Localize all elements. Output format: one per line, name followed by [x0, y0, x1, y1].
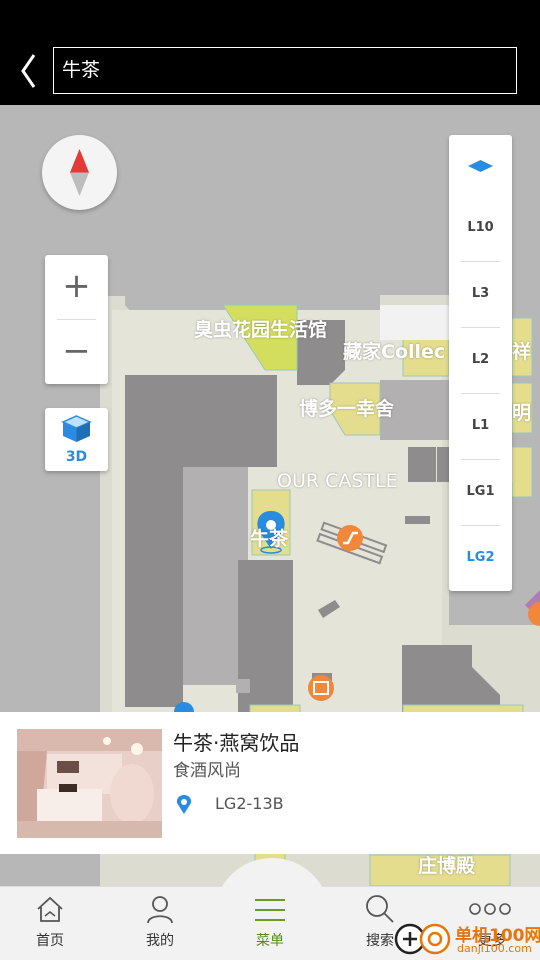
zoom-control: + −	[45, 255, 108, 384]
tab-menu[interactable]: 菜单	[230, 886, 310, 960]
home-icon	[37, 896, 63, 922]
tab-home-label: 首页	[36, 933, 64, 949]
floor-item-l2[interactable]: L2	[449, 327, 512, 393]
chevron-left-icon	[21, 54, 36, 88]
layers-icon	[468, 160, 493, 172]
store-label[interactable]: 藏家Collec	[343, 337, 445, 364]
map-pin-icon	[176, 795, 192, 814]
store-info-card[interactable]: 牛茶·燕窝饮品 食酒风尚 LG2-13B	[0, 712, 540, 854]
top-bar: 牛茶	[0, 0, 540, 105]
store-label-selected[interactable]: 牛茶	[250, 524, 288, 551]
floor-selector: L10 L3 L2 L1 LG1 LG2	[449, 135, 512, 591]
store-label[interactable]: 博多一幸舍	[299, 394, 394, 421]
search-input[interactable]: 牛茶	[53, 47, 517, 94]
floor-item-l3[interactable]: L3	[449, 261, 512, 327]
zoom-in-button[interactable]: +	[45, 255, 108, 319]
floor-item-lg2[interactable]: LG2	[449, 525, 512, 591]
store-category: 食酒风尚	[173, 761, 241, 781]
back-button[interactable]	[14, 48, 44, 94]
tab-home[interactable]: 首页	[10, 886, 90, 960]
zoom-out-button[interactable]: −	[45, 320, 108, 384]
store-label[interactable]: 臭虫花园生活馆	[194, 315, 327, 342]
tab-menu-label: 菜单	[256, 933, 284, 949]
view-3d-label: 3D	[65, 449, 88, 465]
compass-icon	[70, 149, 89, 196]
floor-item-l10[interactable]: L10	[449, 195, 512, 261]
collapse-floors-button[interactable]	[449, 135, 512, 197]
cube-icon	[61, 415, 92, 442]
view-3d-button[interactable]: 3D	[45, 408, 108, 471]
tab-mine-label: 我的	[146, 933, 174, 949]
tab-mine[interactable]: 我的	[120, 886, 200, 960]
store-label[interactable]: OUR CASTLE	[277, 470, 398, 492]
floor-item-lg1[interactable]: LG1	[449, 459, 512, 525]
floor-item-l1[interactable]: L1	[449, 393, 512, 459]
watermark-url: danji100.com	[457, 942, 532, 955]
store-name: 牛茶·燕窝饮品	[173, 731, 300, 755]
store-label[interactable]: 庄博殿	[418, 851, 475, 878]
store-photo	[17, 729, 162, 838]
menu-icon	[255, 899, 285, 921]
user-icon	[147, 896, 173, 924]
compass-button[interactable]	[42, 135, 117, 210]
store-label[interactable]: 祥	[512, 337, 531, 364]
search-icon	[366, 895, 394, 923]
store-location: LG2-13B	[215, 794, 284, 813]
store-label[interactable]: 明	[512, 398, 531, 425]
